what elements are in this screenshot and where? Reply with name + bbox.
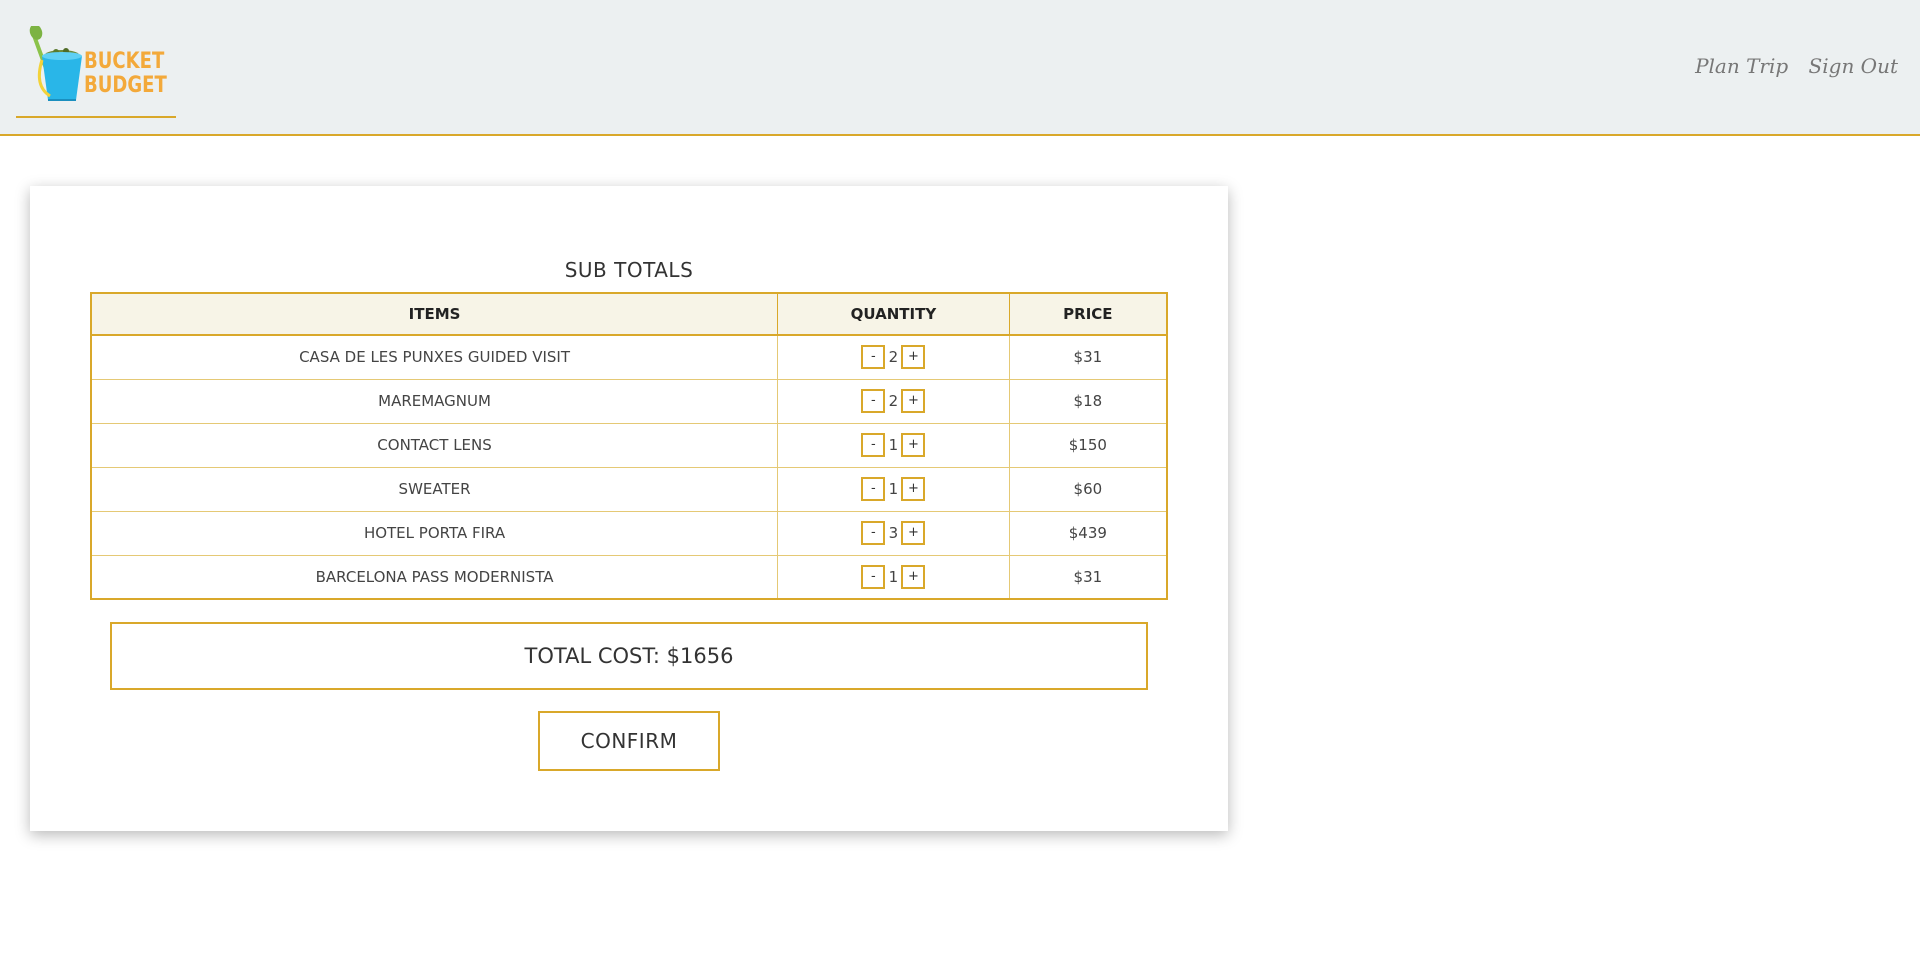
item-name: MAREMAGNUM bbox=[90, 378, 779, 424]
quantity-cell: - 1 + bbox=[777, 466, 1010, 512]
item-price: $150 bbox=[1008, 422, 1168, 468]
confirm-button[interactable]: CONFIRM bbox=[538, 711, 720, 771]
increment-button[interactable]: + bbox=[901, 433, 926, 457]
decrement-button[interactable]: - bbox=[861, 521, 886, 545]
nav-plan-trip[interactable]: Plan Trip bbox=[1695, 54, 1788, 78]
table-header-row: ITEMS QUANTITY PRICE bbox=[90, 292, 1168, 336]
logo-line1: BUCKET bbox=[84, 49, 165, 74]
increment-button[interactable]: + bbox=[901, 345, 926, 370]
table-row: MAREMAGNUM - 2 + $18 bbox=[90, 378, 1168, 424]
quantity-cell: - 1 + bbox=[777, 422, 1010, 468]
quantity-value: 1 bbox=[888, 436, 899, 454]
table-row: SWEATER - 1 + $60 bbox=[90, 466, 1168, 512]
quantity-value: 3 bbox=[888, 524, 899, 542]
column-header-quantity: QUANTITY bbox=[777, 292, 1010, 336]
top-nav: Plan Trip Sign Out bbox=[1681, 54, 1898, 78]
item-name: HOTEL PORTA FIRA bbox=[90, 510, 779, 556]
decrement-button[interactable]: - bbox=[861, 433, 886, 457]
top-header: BUCKET BUDGET Plan Trip Sign Out bbox=[0, 0, 1920, 136]
quantity-cell: - 3 + bbox=[777, 510, 1010, 556]
item-name: CASA DE LES PUNXES GUIDED VISIT bbox=[90, 334, 779, 380]
item-name: CONTACT LENS bbox=[90, 422, 779, 468]
item-name: SWEATER bbox=[90, 466, 779, 512]
quantity-value: 1 bbox=[888, 567, 899, 586]
table-row: CONTACT LENS - 1 + $150 bbox=[90, 422, 1168, 468]
item-price: $31 bbox=[1008, 334, 1168, 380]
decrement-button[interactable]: - bbox=[861, 345, 886, 370]
quantity-value: 2 bbox=[888, 392, 899, 410]
nav-sign-out[interactable]: Sign Out bbox=[1809, 54, 1898, 78]
quantity-stepper: - 1 + bbox=[861, 477, 926, 501]
decrement-button[interactable]: - bbox=[861, 389, 886, 413]
item-price: $18 bbox=[1008, 378, 1168, 424]
item-price: $60 bbox=[1008, 466, 1168, 512]
item-price: $31 bbox=[1008, 554, 1168, 600]
quantity-cell: - 2 + bbox=[777, 378, 1010, 424]
column-header-items: ITEMS bbox=[90, 292, 779, 336]
quantity-stepper: - 3 + bbox=[861, 521, 926, 545]
table-row: HOTEL PORTA FIRA - 3 + $439 bbox=[90, 510, 1168, 556]
bucket-icon bbox=[29, 26, 82, 101]
column-header-price: PRICE bbox=[1008, 292, 1168, 336]
quantity-stepper: - 2 + bbox=[861, 345, 926, 370]
quantity-value: 1 bbox=[888, 480, 899, 498]
total-cost-label: TOTAL COST: $1656 bbox=[524, 644, 734, 668]
quantity-value: 2 bbox=[888, 348, 899, 367]
quantity-stepper: - 1 + bbox=[861, 564, 926, 589]
quantity-stepper: - 2 + bbox=[861, 389, 926, 413]
quantity-cell: - 2 + bbox=[777, 334, 1010, 380]
table-row: BARCELONA PASS MODERNISTA - 1 + $31 bbox=[90, 554, 1168, 600]
bucket-budget-logo[interactable]: BUCKET BUDGET bbox=[16, 22, 176, 118]
subtotals-card: SUB TOTALS ITEMS QUANTITY PRICE CASA DE … bbox=[30, 186, 1228, 831]
quantity-stepper: - 1 + bbox=[861, 433, 926, 457]
total-cost-box: TOTAL COST: $1656 bbox=[110, 622, 1148, 690]
increment-button[interactable]: + bbox=[901, 521, 926, 545]
increment-button[interactable]: + bbox=[901, 389, 926, 413]
increment-button[interactable]: + bbox=[901, 564, 926, 589]
table-row: CASA DE LES PUNXES GUIDED VISIT - 2 + $3… bbox=[90, 334, 1168, 380]
items-table: ITEMS QUANTITY PRICE CASA DE LES PUNXES … bbox=[90, 292, 1168, 600]
increment-button[interactable]: + bbox=[901, 477, 926, 501]
item-price: $439 bbox=[1008, 510, 1168, 556]
quantity-cell: - 1 + bbox=[777, 554, 1010, 600]
decrement-button[interactable]: - bbox=[861, 564, 886, 589]
item-name: BARCELONA PASS MODERNISTA bbox=[90, 554, 779, 600]
logo-line2: BUDGET bbox=[84, 73, 167, 98]
card-title: SUB TOTALS bbox=[564, 258, 694, 282]
logo-wordmark: BUCKET BUDGET bbox=[84, 50, 167, 98]
decrement-button[interactable]: - bbox=[861, 477, 886, 501]
